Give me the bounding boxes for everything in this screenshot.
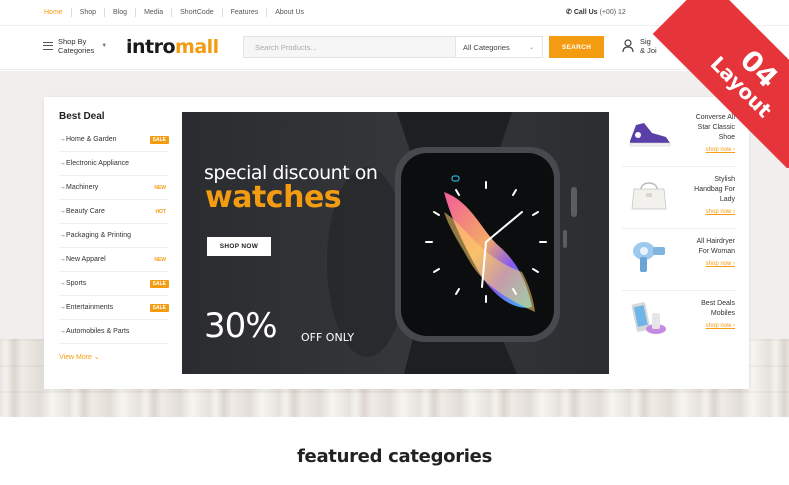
phone-icon: ✆ bbox=[566, 9, 572, 16]
hot-badge: HOT bbox=[155, 208, 166, 215]
layout-ribbon: 04 Layout bbox=[621, 0, 789, 168]
view-more-link[interactable]: View More ⌄ bbox=[59, 353, 169, 361]
best-deal-panel: Best Deal Home & Garden SALE Electronic … bbox=[59, 111, 169, 361]
side-product-item[interactable]: Stylish Handbag For Lady shop now › bbox=[622, 167, 737, 229]
search-bar: All Categories ⌄ bbox=[243, 36, 543, 58]
deal-item-label: Electronic Appliance bbox=[59, 160, 129, 167]
view-more-label: View More bbox=[59, 354, 92, 361]
side-product-name-1: Best Deals bbox=[701, 300, 735, 307]
deal-item-label: Packaging & Printing bbox=[59, 232, 131, 239]
shop-now-link[interactable]: shop now › bbox=[673, 207, 735, 217]
sale-badge: SALE bbox=[149, 303, 169, 312]
search-input[interactable] bbox=[244, 37, 455, 57]
best-deal-title: Best Deal bbox=[59, 111, 105, 122]
side-product-item[interactable]: Best Deals Mobiles shop now › bbox=[622, 291, 737, 353]
handbag-image bbox=[631, 182, 667, 210]
nav-media[interactable]: Media bbox=[135, 8, 171, 17]
shop-now-link-label: shop now bbox=[705, 209, 732, 215]
logo-part1: intro bbox=[126, 36, 176, 58]
deal-item-label: Automobiles & Parts bbox=[59, 328, 129, 335]
deal-item-label: Machinery bbox=[59, 184, 98, 191]
deal-item-label: Entertainments bbox=[59, 304, 113, 311]
chevron-down-icon: ▼ bbox=[101, 42, 108, 49]
top-nav: Home Shop Blog Media ShortCode Features … bbox=[36, 8, 312, 17]
side-product-name-3: Lady bbox=[719, 196, 735, 203]
side-product-text: All Hairdryer For Woman shop now › bbox=[673, 237, 735, 269]
shop-now-link-label: shop now bbox=[705, 323, 732, 329]
categories-line2: Categories bbox=[58, 46, 95, 55]
side-product-item[interactable]: All Hairdryer For Woman shop now › bbox=[622, 229, 737, 291]
deal-item-label: Home & Garden bbox=[59, 136, 117, 143]
deal-item-label: New Apparel bbox=[59, 256, 106, 263]
page: Home Shop Blog Media ShortCode Features … bbox=[0, 0, 789, 485]
nav-shop[interactable]: Shop bbox=[70, 8, 104, 17]
categories-label: Shop By Categories bbox=[58, 37, 94, 55]
shop-now-link[interactable]: shop now › bbox=[673, 321, 735, 331]
side-product-name-2: Mobiles bbox=[710, 310, 735, 317]
new-badge: NEW bbox=[154, 184, 166, 191]
new-badge: NEW bbox=[154, 256, 166, 263]
promo-banner[interactable]: special discount on watches SHOP NOW 30%… bbox=[182, 112, 609, 374]
side-product-name-1: Stylish bbox=[714, 176, 735, 183]
mobile-image bbox=[631, 302, 666, 334]
logo[interactable]: intromall bbox=[126, 36, 219, 58]
shop-by-categories-button[interactable]: Shop By Categories ▼ bbox=[43, 37, 107, 55]
side-product-text: Best Deals Mobiles shop now › bbox=[673, 299, 735, 331]
deal-item[interactable]: Automobiles & Parts bbox=[59, 320, 169, 344]
nav-features[interactable]: Features bbox=[221, 8, 267, 17]
shop-now-button[interactable]: SHOP NOW bbox=[207, 237, 271, 256]
side-product-name-2: For Woman bbox=[698, 248, 735, 255]
call-us: ✆ Call Us (+00) 12 bbox=[566, 8, 626, 16]
deal-item-label: Sports bbox=[59, 280, 86, 287]
categories-line1: Shop By bbox=[58, 37, 87, 46]
side-product-text: Stylish Handbag For Lady shop now › bbox=[673, 175, 735, 217]
nav-blog[interactable]: Blog bbox=[104, 8, 135, 17]
chevron-down-icon: ⌄ bbox=[528, 44, 534, 51]
deal-item-label: Beauty Care bbox=[59, 208, 105, 215]
menu-icon bbox=[43, 42, 53, 50]
nav-about-us[interactable]: About Us bbox=[266, 8, 312, 17]
deal-item[interactable]: Packaging & Printing bbox=[59, 224, 169, 248]
nav-home[interactable]: Home bbox=[36, 8, 71, 17]
discount-label: OFF ONLY bbox=[301, 331, 355, 344]
ribbon-band: 04 Layout bbox=[652, 0, 789, 168]
side-product-name-1: All Hairdryer bbox=[696, 238, 735, 245]
shop-now-link[interactable]: shop now › bbox=[673, 259, 735, 269]
deal-item[interactable]: Home & Garden SALE bbox=[59, 128, 169, 152]
nav-shortcode[interactable]: ShortCode bbox=[171, 8, 221, 17]
search-button[interactable]: SEARCH bbox=[549, 36, 604, 58]
logo-part2: mall bbox=[175, 36, 219, 58]
deal-item[interactable]: Electronic Appliance bbox=[59, 152, 169, 176]
chevron-down-icon: ⌄ bbox=[93, 354, 100, 361]
hairdryer-image bbox=[633, 242, 665, 272]
deal-item[interactable]: Sports SALE bbox=[59, 272, 169, 296]
category-select-value: All Categories bbox=[463, 42, 510, 52]
discount-percent: 30% bbox=[204, 306, 278, 346]
featured-categories-title: featured categories bbox=[297, 446, 492, 467]
deal-item[interactable]: Machinery NEW bbox=[59, 176, 169, 200]
category-select[interactable]: All Categories ⌄ bbox=[455, 37, 542, 57]
banner-product: watches bbox=[205, 180, 342, 215]
sale-badge: SALE bbox=[149, 279, 169, 288]
deal-item[interactable]: New Apparel NEW bbox=[59, 248, 169, 272]
sale-badge: SALE bbox=[149, 135, 169, 144]
side-product-name-2: Handbag For bbox=[694, 186, 735, 193]
deal-item[interactable]: Entertainments SALE bbox=[59, 296, 169, 320]
call-label: Call Us bbox=[573, 9, 598, 16]
deal-item[interactable]: Beauty Care HOT bbox=[59, 200, 169, 224]
shop-now-link-label: shop now bbox=[705, 261, 732, 267]
